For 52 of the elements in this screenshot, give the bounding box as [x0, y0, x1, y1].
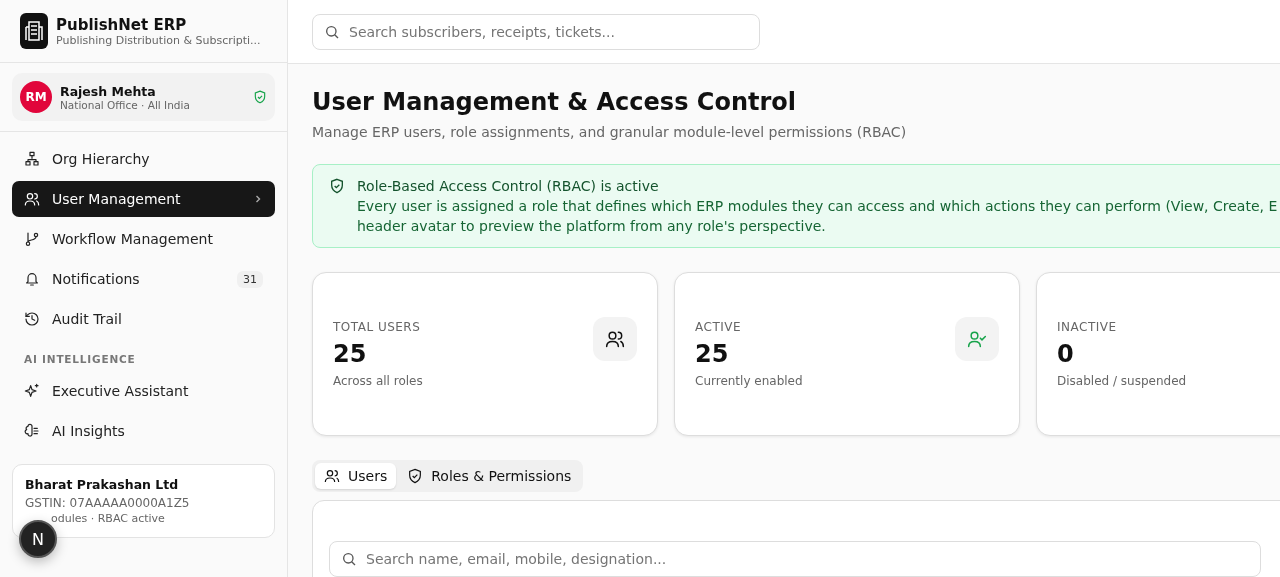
alert-text: header avatar to preview the platform from any role's perspective.: [357, 218, 827, 234]
stat-value: 0: [1057, 340, 1075, 368]
tab[interactable]: Roles & Permissions: [398, 463, 581, 489]
stat-label: INACTIVE: [1057, 320, 1118, 334]
stat-value: 25: [333, 340, 368, 368]
stat-value: 25: [695, 340, 730, 368]
nav-item[interactable]: User Management: [12, 181, 275, 217]
nav-item[interactable]: Workflow Management: [12, 221, 275, 257]
bell-icon: [24, 271, 40, 287]
nav-item[interactable]: Org Hierarchy: [12, 141, 275, 177]
shield-check-icon: [329, 178, 345, 194]
users-icon: [593, 317, 637, 361]
nav-item[interactable]: Notifications 31: [12, 261, 275, 297]
users-icon: [324, 468, 340, 484]
user-search-field[interactable]: Search name, email, mobile, designation...: [329, 541, 1261, 577]
nav-item[interactable]: Audit Trail: [12, 301, 275, 337]
user-office: National Office · All India: [60, 98, 191, 111]
search-field[interactable]: Search subscribers, receipts, tickets...: [312, 13, 760, 50]
section-label: AI INTELLIGENCE: [23, 352, 137, 367]
company-name: Bharat Prakashan Ltd: [25, 477, 180, 492]
user-name: Rajesh Mehta: [60, 83, 157, 99]
count-badge: 31: [237, 270, 263, 288]
app-tagline: Publishing Distribution & Subscripti...: [56, 33, 261, 47]
user-check-icon: [955, 317, 999, 361]
alert-text: Every user is assigned a role that defines which ERP modules they can access and which actions they can perform (View, Create, E: [357, 198, 1278, 214]
user-card[interactable]: RM Rajesh Mehta National Office · All India: [12, 73, 275, 121]
stat-label: TOTAL USERS: [333, 320, 422, 334]
shield-icon: [407, 468, 424, 484]
page-title: User Management & Access Control: [312, 88, 797, 116]
shield-check-icon: [253, 90, 267, 104]
search-icon: [341, 551, 357, 567]
search-icon: [324, 23, 340, 40]
user-avatar: RM: [20, 81, 52, 113]
alert-title: Role-Based Access Control (RBAC) is active: [357, 178, 660, 194]
company-gstin: GSTIN: 07AAAAA0000A1Z5: [25, 496, 191, 510]
users-icon: [24, 191, 40, 207]
tab[interactable]: Users: [315, 463, 397, 489]
nav-item[interactable]: Executive Assistant: [12, 373, 275, 409]
app-name: PublishNet ERP: [56, 15, 188, 34]
org-icon: [24, 151, 40, 167]
chevron-right-icon: [253, 194, 263, 204]
branch-icon: [24, 231, 40, 247]
history-icon: [24, 311, 40, 327]
brain-icon: [24, 423, 40, 439]
building-logo-icon: [20, 13, 48, 49]
stat-note: Disabled / suspended: [1057, 374, 1187, 388]
stat-label: ACTIVE: [695, 320, 743, 334]
stat-note: Currently enabled: [695, 374, 803, 388]
stat-note: Across all roles: [333, 374, 423, 388]
sparkle-icon: [24, 383, 40, 399]
page-subtitle: Manage ERP users, role assignments, and granular module-level permissions (RBAC): [312, 124, 908, 140]
nav-item[interactable]: AI Insights: [12, 413, 275, 449]
